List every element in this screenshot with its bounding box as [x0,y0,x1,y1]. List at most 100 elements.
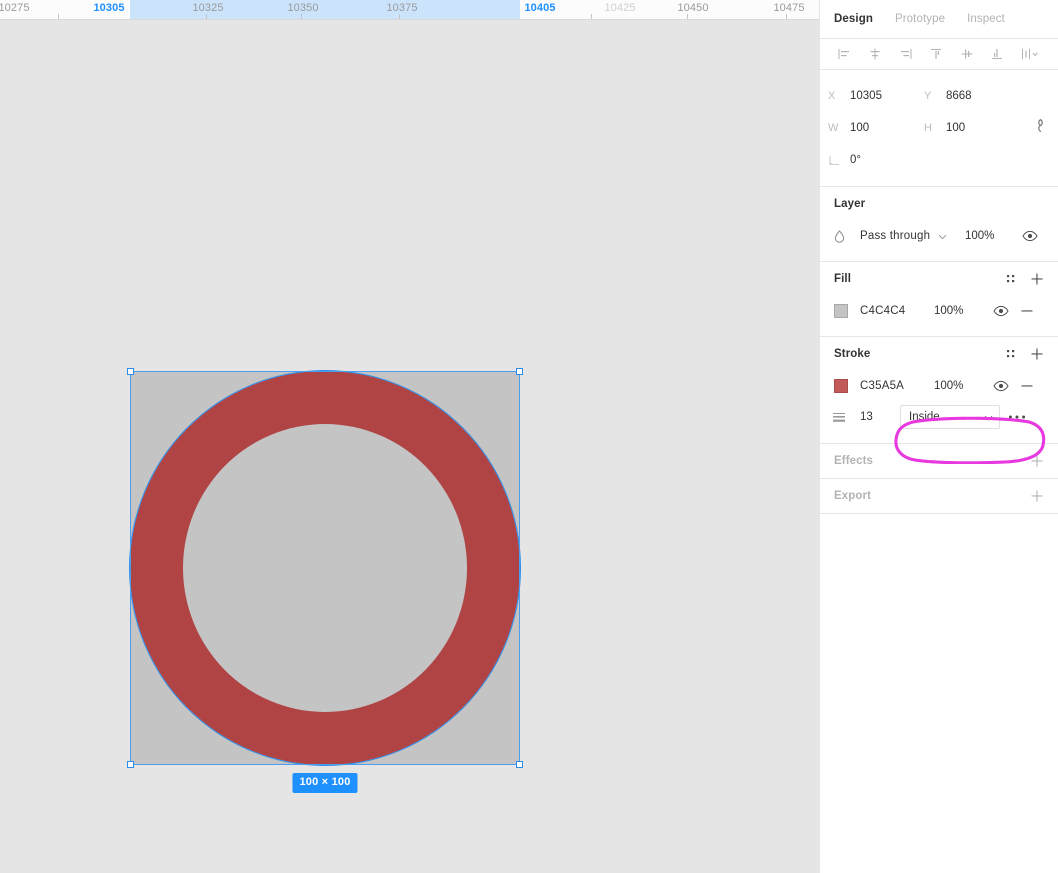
x-field[interactable]: X 10305 [828,83,924,109]
add-stroke-plus-icon[interactable] [1024,341,1050,367]
blend-mode-icon [834,229,848,243]
fill-opacity-value[interactable]: 100% [934,305,988,317]
fill-section: Fill C4C4C4 100% [820,262,1058,336]
shape-stroke-ring [130,371,520,765]
ruler-label: 10405 [524,2,556,14]
transform-properties: X 10305 Y 8668 W 100 H 100 0° [820,70,1058,186]
ruler-label: 10450 [677,2,709,14]
layer-section-header: Layer [820,187,1058,221]
align-bottom-icon[interactable] [983,41,1012,67]
remove-fill-minus-icon[interactable] [1014,298,1040,324]
blend-mode-row: Pass through 100% [820,221,1058,251]
tab-prototype[interactable]: Prototype [895,13,945,25]
fill-paint-row: C4C4C4 100% [820,296,1058,326]
horizontal-ruler[interactable]: 10275 10305 10325 10350 10375 10405 10425 10450… [0,0,819,20]
rotation-value: 0° [850,154,861,166]
stroke-visibility-eye-icon[interactable] [988,373,1014,399]
add-export-plus-icon[interactable] [1024,483,1050,509]
stroke-weight-icon [832,411,850,423]
add-fill-plus-icon[interactable] [1024,266,1050,292]
figma-editor-window: 10275 10305 10325 10350 10375 10405 10425 10450… [0,0,1058,873]
fill-color-swatch[interactable] [834,304,848,318]
ruler-label: 10475 [773,2,805,14]
y-label: Y [924,90,932,102]
ruler-label: 10325 [192,2,224,14]
add-effect-plus-icon[interactable] [1024,448,1050,474]
fill-title: Fill [834,273,852,285]
ruler-tick [301,14,302,19]
stroke-title: Stroke [834,348,871,360]
stroke-alignment-value: Inside [909,411,940,423]
effects-title: Effects [834,455,874,467]
fill-hex-value[interactable]: C4C4C4 [860,305,934,317]
size-badge: 100 × 100 [292,773,358,793]
export-section-header: Export [820,479,1058,513]
export-section: Export [820,479,1058,513]
stroke-weight-value[interactable]: 13 [860,411,900,423]
align-top-icon[interactable] [922,41,951,67]
stroke-color-swatch[interactable] [834,379,848,393]
x-label: X [828,90,836,102]
effects-section: Effects [820,444,1058,478]
stroke-alignment-select[interactable]: Inside [900,405,1000,429]
fill-styles-grid-icon[interactable] [998,266,1024,292]
position-row: X 10305 Y 8668 [820,80,1058,112]
ruler-label: 10350 [287,2,319,14]
align-left-icon[interactable] [830,41,859,67]
fill-section-header: Fill [820,262,1058,296]
h-label: H [924,122,932,134]
width-field[interactable]: W 100 [828,115,924,141]
panel-tabs: Design Prototype Inspect [820,0,1058,38]
layer-section: Layer Pass through 100% [820,187,1058,261]
layer-visibility-eye-icon[interactable] [1017,223,1043,249]
tab-inspect[interactable]: Inspect [967,13,1005,25]
constrain-proportions-icon[interactable] [1032,118,1045,139]
ruler-tick [399,14,400,19]
y-value: 8668 [946,90,972,102]
x-value: 10305 [850,90,882,102]
stroke-styles-grid-icon[interactable] [998,341,1024,367]
ellipse-with-inside-stroke[interactable] [130,371,520,765]
chevron-down-icon[interactable] [938,227,947,245]
y-field[interactable]: Y 8668 [924,83,1020,109]
selected-shape-group[interactable]: 100 × 100 [127,368,523,793]
export-title: Export [834,490,872,502]
alignment-toolbar [820,39,1058,69]
layer-opacity-value[interactable]: 100% [965,230,1017,242]
rotation-field[interactable]: 0° [828,147,924,173]
stroke-opacity-value[interactable]: 100% [934,380,988,392]
ruler-tick [206,14,207,19]
angle-icon [828,154,850,167]
ruler-selection-range [130,0,520,19]
advanced-stroke-options-icon[interactable] [1004,404,1030,430]
ruler-tick [58,14,59,19]
stroke-weight-row: 13 Inside [820,401,1058,465]
ruler-label: 10425 [604,2,636,14]
distribute-menu-icon[interactable] [1014,41,1048,67]
ruler-tick [687,14,688,19]
stroke-section: Stroke C35A5A 100% 13 Inside [820,337,1058,465]
align-horizontal-center-icon[interactable] [861,41,890,67]
right-properties-panel: Design Prototype Inspect X 10305 Y 8668 … [819,0,1058,873]
tab-design[interactable]: Design [834,13,873,25]
ruler-tick [786,14,787,19]
stroke-section-header: Stroke [820,337,1058,371]
ruler-tick [591,14,592,19]
divider [820,513,1058,514]
stroke-hex-value[interactable]: C35A5A [860,380,934,392]
remove-stroke-minus-icon[interactable] [1014,373,1040,399]
align-right-icon[interactable] [891,41,920,67]
effects-section-header: Effects [820,444,1058,478]
ruler-label: 10275 [0,2,30,14]
canvas-area[interactable]: 10275 10305 10325 10350 10375 10405 10425 10450… [0,0,819,873]
layer-title: Layer [834,198,866,210]
align-vertical-center-icon[interactable] [952,41,981,67]
w-value: 100 [850,122,870,134]
size-row: W 100 H 100 [820,112,1058,144]
stroke-paint-row: C35A5A 100% [820,371,1058,401]
fill-visibility-eye-icon[interactable] [988,298,1014,324]
ruler-label: 10305 [93,2,125,14]
w-label: W [828,122,839,134]
height-field[interactable]: H 100 [924,115,1020,141]
rotation-row: 0° [820,144,1058,176]
